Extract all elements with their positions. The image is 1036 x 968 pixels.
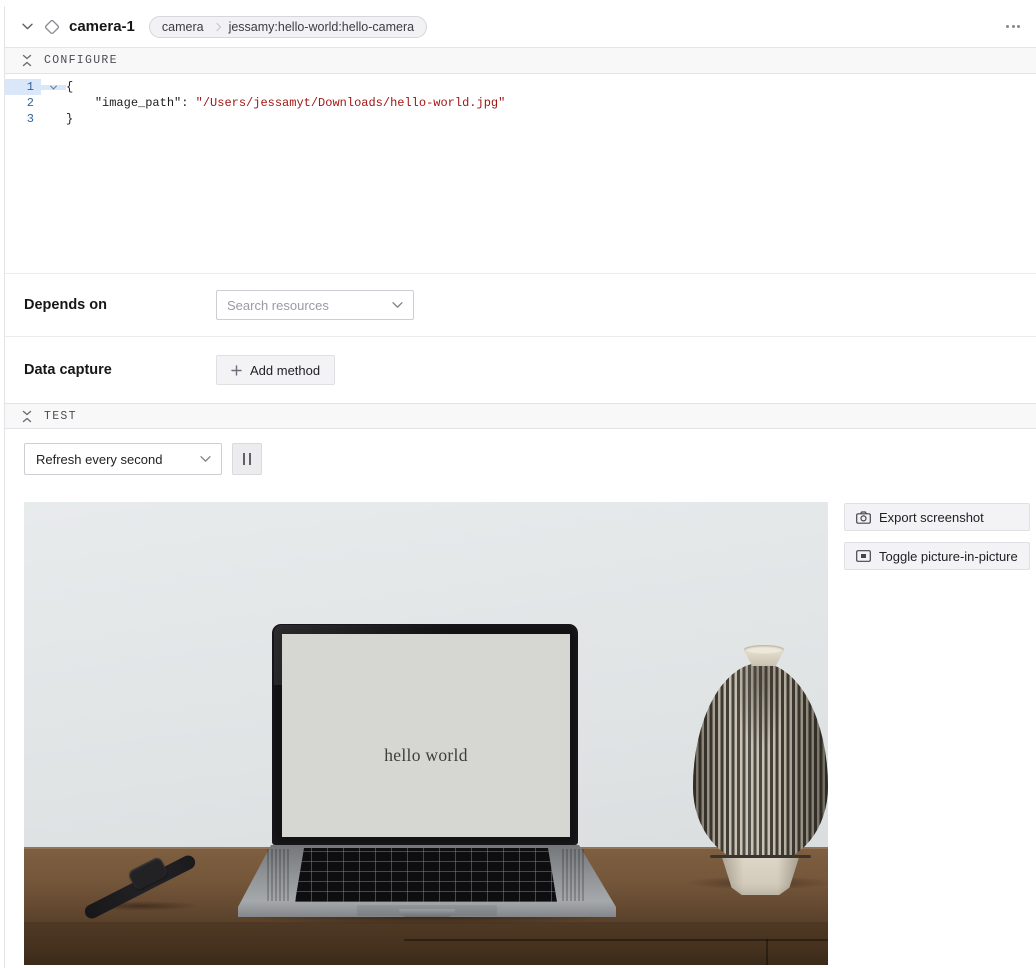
fold-caret-icon [50, 82, 57, 89]
code-line: 2 "image_path": "/Users/jessamyt/Downloa… [5, 95, 1036, 111]
chip-separator-chevron-icon [212, 22, 220, 30]
picture-in-picture-icon [856, 550, 871, 562]
depends-on-row: Depends on Search resources [5, 274, 1036, 337]
json-key: "image_path" [95, 96, 181, 110]
json-config-editor[interactable]: 1 { 2 "image_path": "/Users/jessamyt/Dow… [5, 74, 1036, 274]
pause-refresh-button[interactable] [232, 443, 262, 475]
test-section-body: Refresh every second hello world [5, 429, 1036, 965]
component-diamond-icon [43, 18, 61, 36]
configure-section-header[interactable]: CONFIGURE [5, 48, 1036, 74]
component-name: camera-1 [69, 18, 135, 35]
test-section-label: TEST [44, 410, 77, 423]
configure-section-label: CONFIGURE [44, 54, 118, 67]
export-screenshot-button[interactable]: Export screenshot [844, 503, 1030, 531]
camera-feed-image: hello world [24, 502, 828, 965]
line-number: 3 [5, 111, 41, 127]
collapse-card-chevron-icon[interactable] [20, 20, 34, 34]
pause-icon [243, 453, 246, 465]
component-type-chip: camera [162, 20, 204, 34]
test-section-header[interactable]: TEST [5, 403, 1036, 429]
collapse-section-icon [21, 410, 33, 423]
toggle-pip-button[interactable]: Toggle picture-in-picture [844, 542, 1030, 570]
refresh-rate-select[interactable]: Refresh every second [24, 443, 222, 475]
component-chips: camera jessamy:hello-world:hello-camera [149, 16, 427, 38]
fold-toggle[interactable] [41, 85, 66, 90]
resource-header: camera-1 camera jessamy:hello-world:hell… [5, 6, 1036, 48]
add-method-button[interactable]: Add method [216, 355, 335, 385]
component-model-chip: jessamy:hello-world:hello-camera [229, 20, 415, 34]
plus-icon [231, 365, 242, 376]
hello-world-text: hello world [384, 745, 468, 766]
laptop-keyboard [295, 848, 557, 902]
line-number: 2 [5, 95, 41, 111]
vase [693, 642, 828, 897]
laptop-display: hello world [282, 634, 570, 837]
json-string-value: "/Users/jessamyt/Downloads/hello-world.j… [196, 96, 506, 110]
data-capture-row: Data capture Add method [5, 337, 1036, 403]
overflow-menu-icon[interactable] [1004, 21, 1022, 32]
depends-on-label: Depends on [24, 297, 216, 313]
chevron-down-icon [392, 302, 403, 309]
code-line: 1 { [5, 79, 1036, 95]
line-number: 1 [5, 79, 41, 95]
resource-card: camera-1 camera jessamy:hello-world:hell… [4, 6, 1036, 968]
collapse-section-icon [21, 54, 33, 67]
depends-on-select[interactable]: Search resources [216, 290, 414, 320]
code-line: 3 } [5, 111, 1036, 127]
data-capture-label: Data capture [24, 362, 216, 378]
refresh-rate-value: Refresh every second [36, 452, 162, 467]
depends-on-placeholder: Search resources [227, 298, 329, 313]
chevron-down-icon [200, 456, 211, 463]
camera-icon [856, 511, 871, 524]
